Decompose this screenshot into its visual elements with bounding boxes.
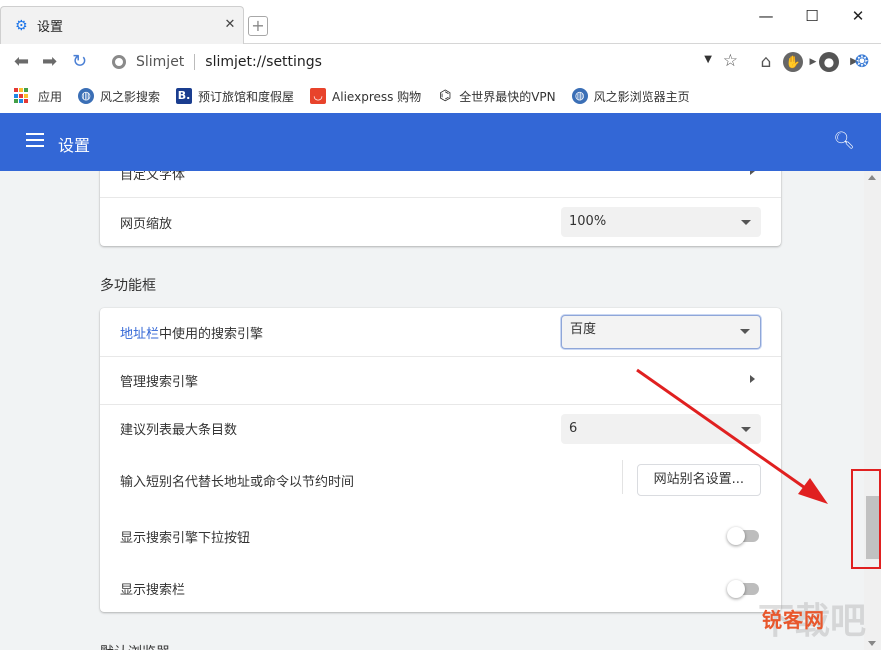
site-info-icon[interactable]: [112, 55, 126, 69]
omnibox-card: 地址栏中使用的搜索引擎 百度 管理搜索引擎 建议列表最大条目数 6 输入短别名代…: [100, 308, 781, 612]
maximize-button[interactable]: ☐: [789, 0, 835, 32]
bookmark-item[interactable]: ◍ 风之影搜索: [78, 88, 160, 105]
gear-icon: ⚙: [15, 17, 28, 34]
url-text[interactable]: slimjet://settings: [205, 54, 322, 70]
row-label: 显示搜索栏: [120, 582, 186, 598]
address-bar-link[interactable]: 地址栏: [120, 327, 159, 342]
dropdown-caret-icon: [741, 220, 751, 225]
chevron-down-icon[interactable]: ▼: [704, 54, 712, 65]
profile-icon[interactable]: ●: [819, 52, 839, 72]
minimize-button[interactable]: —: [743, 0, 789, 32]
dropdown-caret-icon: [741, 427, 751, 432]
tab-close-icon[interactable]: ✕: [223, 18, 237, 32]
menu-icon[interactable]: [26, 133, 44, 147]
show-engine-dropdown-row: 显示搜索引擎下拉按钮: [100, 508, 781, 564]
bookmark-item[interactable]: B. 预订旅馆和度假屋: [176, 88, 294, 105]
close-window-button[interactable]: ✕: [835, 0, 881, 32]
scroll-up-icon[interactable]: [868, 175, 876, 180]
bookmark-apps[interactable]: 应用: [14, 88, 62, 105]
search-engine-row: 地址栏中使用的搜索引擎 百度: [100, 308, 781, 356]
settings-header: 设置 🔍︎: [0, 113, 881, 171]
toggle-knob: [727, 580, 745, 598]
tornado-icon: ⌬: [437, 88, 454, 104]
slimjet-menu-icon[interactable]: ❂: [852, 52, 872, 72]
chevron-right-icon: [750, 375, 755, 383]
page-zoom-select[interactable]: 100%: [561, 207, 761, 237]
forward-icon[interactable]: ➡: [42, 52, 57, 72]
booking-icon: B.: [176, 88, 193, 104]
site-name: Slimjet: [136, 54, 185, 70]
reload-icon[interactable]: ↻: [72, 52, 87, 72]
site-alias-settings-button[interactable]: 网站别名设置...: [636, 464, 761, 496]
custom-fonts-row[interactable]: 自定义字体: [100, 171, 781, 197]
address-bar[interactable]: Slimjet slimjet://settings ▼ ☆: [100, 48, 748, 76]
bookmark-item[interactable]: ◍ 风之影浏览器主页: [571, 88, 690, 105]
bookmark-label: 风之影浏览器主页: [593, 89, 690, 104]
bookmark-star-icon[interactable]: ☆: [723, 51, 738, 71]
row-label: 地址栏中使用的搜索引擎: [120, 323, 263, 342]
tab-title: 设置: [37, 20, 64, 35]
bookmark-label: 风之影搜索: [100, 89, 161, 104]
divider: [194, 54, 196, 70]
page-title: 设置: [58, 136, 91, 155]
site-alias-row: 输入短别名代替长地址或命令以节约时间 网站别名设置...: [100, 452, 781, 508]
bookmark-item[interactable]: ◡ Aliexpress 购物: [310, 88, 421, 105]
annotation-highlight-box: [851, 469, 881, 569]
row-label: 显示搜索引擎下拉按钮: [120, 530, 251, 546]
section-title: 多功能框: [100, 278, 156, 294]
row-label: 自定义字体: [120, 171, 186, 183]
search-engine-select[interactable]: 百度: [561, 315, 761, 349]
show-search-bar-toggle[interactable]: [727, 580, 759, 598]
hand-icon[interactable]: ✋: [783, 52, 803, 72]
settings-content: 自定义字体 网页缩放 100% 多功能框 地址栏中使用的搜索引擎 百度 管理搜索…: [0, 171, 864, 650]
select-value: 6: [569, 421, 578, 436]
bookmark-label: 应用: [38, 89, 63, 104]
appearance-card: 自定义字体 网页缩放 100%: [100, 171, 781, 246]
row-label-text: 中使用的搜索引擎: [159, 326, 264, 342]
watermark: 下载吧 锐客网: [752, 596, 870, 646]
back-icon[interactable]: ⬅: [14, 52, 29, 72]
row-label: 管理搜索引擎: [120, 375, 199, 390]
tab-settings[interactable]: ⚙ 设置 ✕: [0, 6, 244, 44]
bookmark-item[interactable]: ⌬ 全世界最快的VPN: [437, 88, 556, 105]
row-label: 网页缩放: [120, 216, 173, 232]
vertical-scrollbar[interactable]: [864, 171, 881, 650]
globe-icon: ◍: [571, 88, 588, 104]
bookmark-label: 全世界最快的VPN: [459, 89, 556, 104]
show-engine-dropdown-toggle[interactable]: [727, 527, 759, 545]
section-title: 默认浏览器: [100, 642, 170, 650]
search-icon[interactable]: 🔍︎: [833, 131, 855, 151]
divider: [622, 460, 623, 494]
select-value: 100%: [569, 214, 607, 229]
bookmark-label: Aliexpress 购物: [332, 89, 422, 104]
bookmark-label: 预订旅馆和度假屋: [198, 89, 295, 104]
dropdown-caret-icon: [740, 329, 750, 334]
bookmarks-bar: 应用 ◍ 风之影搜索 B. 预订旅馆和度假屋 ◡ Aliexpress 购物 ⌬…: [0, 80, 881, 112]
title-bar: ⚙ 设置 ✕ + — ☐ ✕: [0, 0, 881, 44]
select-value: 百度: [570, 322, 597, 337]
max-suggestions-row: 建议列表最大条目数 6: [100, 404, 781, 452]
row-label: 建议列表最大条目数: [120, 423, 238, 438]
toggle-knob: [727, 527, 745, 545]
watermark-text: 锐客网: [762, 608, 825, 632]
globe-icon: ◍: [78, 88, 95, 104]
aliexpress-icon: ◡: [310, 88, 327, 104]
apps-grid-icon: [14, 88, 30, 104]
max-suggestions-select[interactable]: 6: [561, 414, 761, 444]
page-zoom-row: 网页缩放 100%: [100, 197, 781, 246]
new-tab-button[interactable]: +: [248, 16, 268, 36]
chevron-right-icon: [750, 171, 755, 175]
toolbar: ⬅ ➡ ↻ Slimjet slimjet://settings ▼ ☆ ⌂ ✋…: [0, 44, 881, 80]
show-search-bar-row: 显示搜索栏: [100, 564, 781, 612]
row-label: 输入短别名代替长地址或命令以节约时间: [120, 474, 355, 490]
home-icon[interactable]: ⌂: [756, 52, 776, 72]
manage-search-engines-row[interactable]: 管理搜索引擎: [100, 356, 781, 404]
